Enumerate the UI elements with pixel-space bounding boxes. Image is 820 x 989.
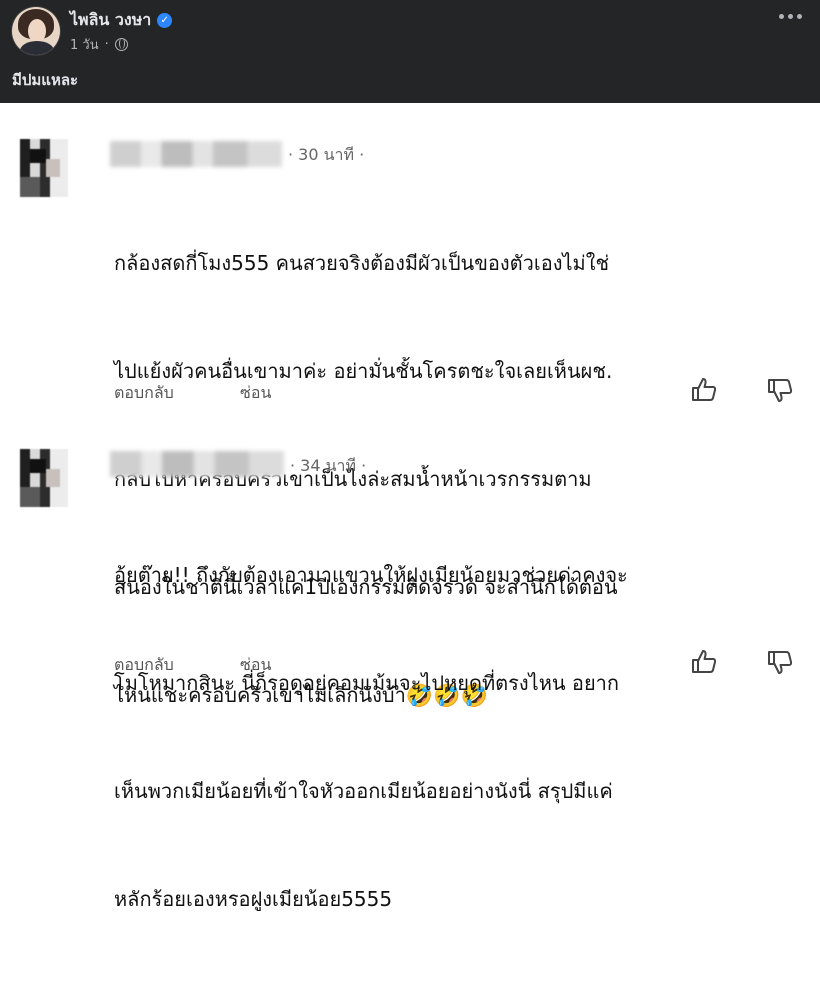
- more-options-icon[interactable]: [779, 14, 802, 19]
- verified-badge-icon: ✓: [157, 12, 173, 28]
- post-text: มีปมแหละ: [12, 71, 79, 89]
- reply-button[interactable]: ตอบกลับ: [114, 381, 174, 406]
- comment-line: กล้องสดกี่โมง555 คนสวยจริงต้องมีผัวเป็นข…: [114, 251, 610, 275]
- comment: · 30 นาที · กล้องสดกี่โมง555 คนสวยจริงต้…: [0, 103, 820, 707]
- post-meta: 1 วัน ·: [70, 34, 128, 55]
- post-header: ไพลิน วงษา ✓ 1 วัน · มีปมแหละ: [0, 0, 820, 103]
- comment-time[interactable]: · 30 นาที ·: [288, 143, 364, 168]
- thumbs-down-icon[interactable]: [766, 377, 794, 405]
- globe-icon: [114, 38, 128, 51]
- commenter-avatar[interactable]: [20, 449, 68, 507]
- thumbs-up-icon[interactable]: [690, 647, 718, 675]
- thumbs-down-icon[interactable]: [766, 649, 794, 677]
- comment-line: อุ้ยต๊าย!! ถึงกับต้องเอามาแขวนให้ฝูงเมีย…: [114, 563, 628, 587]
- commenter-name-blurred[interactable]: [110, 451, 284, 477]
- reply-button[interactable]: ตอบกลับ: [114, 653, 174, 678]
- comment-time[interactable]: · 34 นาที ·: [290, 454, 366, 479]
- hide-button[interactable]: ซ่อน: [240, 381, 271, 406]
- comment-line: หลักร้อยเองหรอฝูงเมียน้อย5555: [114, 887, 393, 911]
- commenter-avatar[interactable]: [20, 139, 68, 197]
- commenter-name-blurred[interactable]: [110, 141, 282, 167]
- author-name[interactable]: ไพลิน วงษา: [70, 8, 151, 33]
- comment-text: อุ้ยต๊าย!! ถึงกับต้องเอามาแขวนให้ฝูงเมีย…: [114, 485, 804, 989]
- post-time[interactable]: 1 วัน: [70, 34, 99, 55]
- comment: · 34 นาที · อุ้ยต๊าย!! ถึงกับต้องเอามาแข…: [0, 421, 820, 911]
- thumbs-up-icon[interactable]: [690, 375, 718, 403]
- author-avatar[interactable]: [12, 7, 60, 55]
- hide-button[interactable]: ซ่อน: [240, 653, 271, 678]
- comment-line: เห็นพวกเมียน้อยที่เข้าใจหัวออกเมียน้อยอย…: [114, 779, 613, 803]
- author-row: ไพลิน วงษา ✓: [70, 8, 173, 33]
